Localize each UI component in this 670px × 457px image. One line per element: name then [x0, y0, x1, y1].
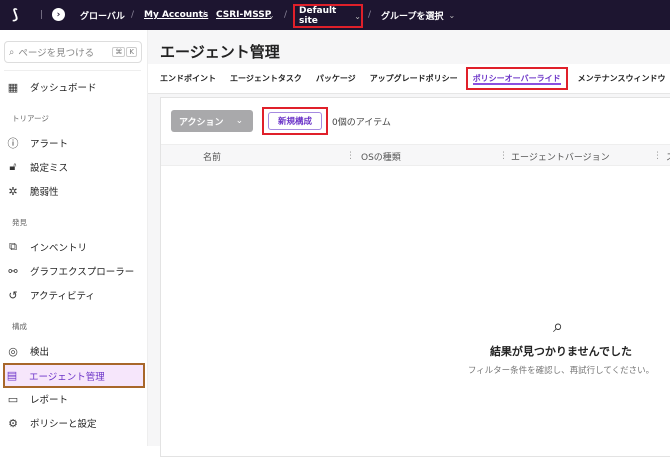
divider: [4, 70, 141, 71]
breadcrumb-account[interactable]: CSRI-MSSP: [216, 0, 271, 30]
chevron-down-icon: ⌄: [354, 11, 361, 21]
sidebar-item-reports[interactable]: ▭ レポート: [6, 388, 144, 410]
top-bar: ⟆ | › グローバル / My Accounts / CSRI-MSSP ⌄ …: [0, 0, 670, 30]
item-label: ダッシュボード: [30, 83, 97, 94]
table-header: 名前 ⋮ OSの種類 ⋮ エージェントバージョン ⋮ ス: [161, 144, 670, 166]
main-content: エージェント管理 エンドポイント エージェントタスク パッケージ アップグレード…: [148, 30, 670, 457]
breadcrumb-accounts[interactable]: My Accounts: [144, 0, 208, 30]
radar-icon: ◎: [8, 344, 18, 358]
highlight-box: 新規構成: [262, 107, 328, 135]
tab-maintenance-window[interactable]: メンテナンスウィンドウ: [578, 73, 666, 84]
item-count: 0個のアイテム: [332, 117, 391, 128]
tab-upgrade-policy[interactable]: アップグレードポリシー: [370, 73, 458, 84]
breadcrumb-separator: /: [368, 10, 372, 20]
section-discover: 発見: [12, 218, 27, 227]
tab-agent-tasks[interactable]: エージェントタスク: [230, 73, 302, 84]
search-icon: ⌕: [553, 316, 564, 337]
chevron-down-icon[interactable]: ⌄: [268, 0, 275, 30]
section-triage: トリアージ: [12, 114, 49, 123]
section-configure: 構成: [12, 322, 27, 331]
breadcrumb-separator: /: [202, 10, 206, 20]
new-config-button[interactable]: 新規構成: [268, 112, 322, 130]
sidebar-item-policy-settings[interactable]: ⚙ ポリシーと設定: [6, 412, 144, 434]
item-label: ポリシーと設定: [30, 419, 97, 430]
report-icon: ▭: [7, 392, 19, 406]
gear-icon: ⚙: [8, 416, 18, 430]
site-label: Default site: [299, 6, 337, 26]
column-status[interactable]: ス: [666, 145, 670, 167]
tab-bar: エンドポイント エージェントタスク パッケージ アップグレードポリシー ポリシー…: [148, 64, 670, 94]
column-menu-icon[interactable]: ⋮: [346, 145, 355, 167]
search-placeholder: ページを見つける: [18, 48, 95, 59]
grid-icon: ▦: [7, 80, 19, 94]
page-title: エージェント管理: [160, 43, 280, 61]
item-label: グラフエクスプローラー: [30, 267, 135, 278]
tab-endpoints[interactable]: エンドポイント: [160, 73, 216, 84]
logo-icon[interactable]: ⟆: [12, 0, 18, 30]
sidebar-item-misconfig[interactable]: 🔓︎ 設定ミス: [6, 156, 144, 178]
column-agent-version[interactable]: エージェントバージョン: [511, 145, 610, 167]
scope-chevron-icon[interactable]: ›: [52, 8, 65, 21]
action-button[interactable]: アクション ⌄: [171, 110, 253, 132]
graph-icon: ⚯: [8, 264, 18, 278]
empty-state-title: 結果が見つかりませんでした: [489, 345, 633, 358]
item-label: 検出: [30, 347, 50, 358]
search-icon: ⌕: [9, 46, 15, 58]
page-search-input[interactable]: ⌕ ページを見つける ⌘ K: [4, 41, 142, 63]
breadcrumb-separator: /: [284, 10, 288, 20]
column-os-type[interactable]: OSの種類: [361, 145, 401, 167]
sidebar-item-detection[interactable]: ◎ 検出: [6, 340, 144, 362]
sidebar-item-activity[interactable]: ↺ アクティビティ: [6, 284, 144, 306]
sidebar-item-inventory[interactable]: ⧉ インベントリ: [6, 236, 144, 258]
item-label: 脆弱性: [30, 187, 59, 198]
sidebar: ⌕ ページを見つける ⌘ K ▦ ダッシュボード トリアージ ⓘ アラート 🔓︎ 設定ミス …: [0, 30, 148, 446]
column-menu-icon[interactable]: ⋮: [499, 145, 508, 167]
bug-icon: ✲: [8, 184, 18, 198]
column-name[interactable]: 名前: [203, 145, 221, 167]
history-icon: ↺: [8, 288, 18, 302]
sidebar-item-vulnerabilities[interactable]: ✲ 脆弱性: [6, 180, 144, 202]
breadcrumb-separator: /: [131, 10, 135, 20]
agent-icon: ▤: [6, 369, 18, 382]
group-label: グループを選択: [381, 11, 444, 22]
empty-state-subtitle: フィルター条件を確認し、再試行してください。: [467, 366, 655, 376]
tab-policy-override[interactable]: ポリシーオーバーライド: [465, 67, 568, 90]
item-label: アクティビティ: [30, 291, 95, 302]
sidebar-item-alerts[interactable]: ⓘ アラート: [6, 132, 144, 154]
chevron-down-icon: ⌄: [235, 116, 244, 126]
sidebar-item-dashboard[interactable]: ▦ ダッシュボード: [6, 76, 144, 98]
breadcrumb-global[interactable]: グローバル: [80, 0, 125, 30]
group-selector[interactable]: グループを選択 ⌄: [381, 0, 455, 30]
sidebar-item-graph-explorer[interactable]: ⚯ グラフエクスプローラー: [6, 260, 144, 282]
item-label: 設定ミス: [30, 163, 69, 174]
site-selector[interactable]: Default site ⌄: [293, 4, 363, 28]
item-label: レポート: [30, 395, 69, 406]
lock-icon: 🔓︎: [9, 160, 17, 173]
sidebar-item-agent-management[interactable]: ▤ エージェント管理: [3, 363, 145, 388]
item-label: インベントリ: [30, 243, 88, 254]
action-label: アクション: [179, 117, 224, 128]
shortcut-hint: ⌘ K: [111, 47, 137, 57]
tab-packages[interactable]: パッケージ: [316, 73, 356, 84]
override-panel: アクション ⌄ 新規構成 0個のアイテム 名前 ⋮ OSの種類 ⋮ エージェントバ…: [160, 97, 670, 457]
divider: |: [40, 10, 44, 20]
chevron-down-icon: ⌄: [448, 10, 456, 20]
column-menu-icon[interactable]: ⋮: [653, 145, 662, 167]
alert-circle-icon: ⓘ: [7, 137, 19, 150]
item-label: エージェント管理: [29, 371, 105, 383]
devices-icon: ⧉: [9, 240, 17, 253]
item-label: アラート: [30, 139, 69, 150]
